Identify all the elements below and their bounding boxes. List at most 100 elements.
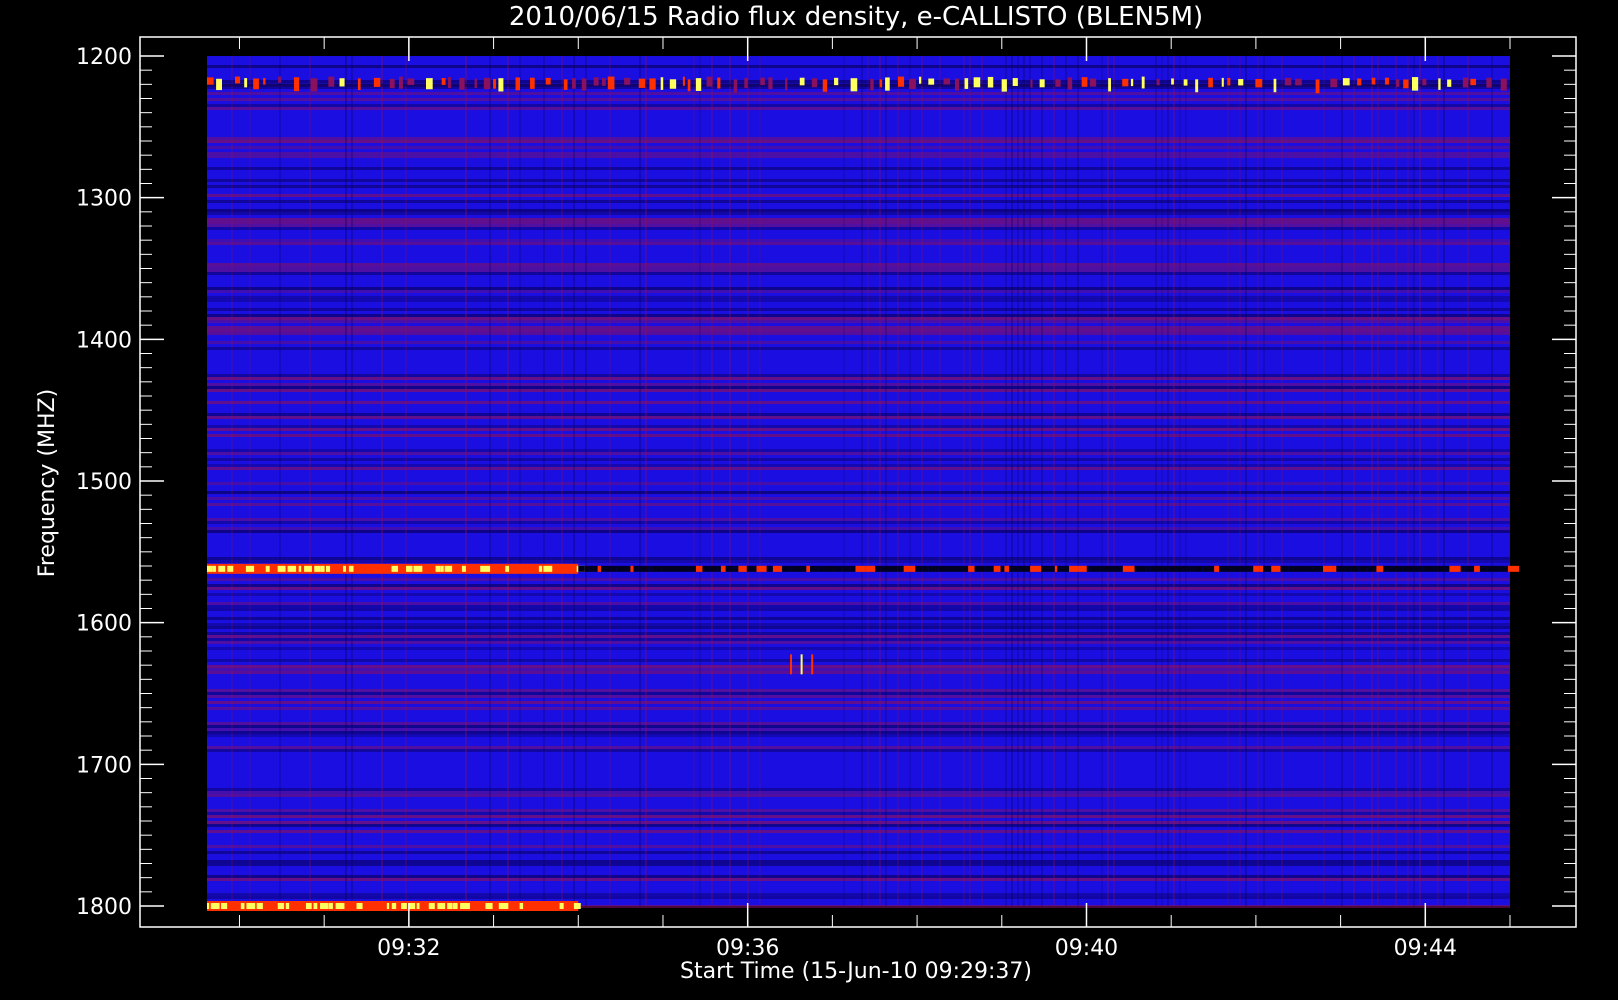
feature-segment	[922, 565, 929, 572]
texture-streak	[981, 56, 983, 906]
texture-streak	[711, 56, 713, 906]
feature-segment	[1000, 565, 1005, 572]
texture-strip	[207, 821, 1510, 824]
texture-streak	[1257, 56, 1259, 906]
texture-strip	[207, 641, 1510, 644]
feature-segment	[993, 565, 1001, 572]
feature-segment	[897, 565, 900, 572]
texture-streak	[1017, 56, 1019, 906]
texture-strip	[207, 497, 1510, 500]
texture-streak	[1053, 56, 1055, 906]
texture-streak	[729, 56, 731, 906]
texture-streak	[309, 56, 311, 906]
texture-streak	[1023, 56, 1025, 906]
feature-segment	[954, 78, 960, 91]
feature-segment	[968, 565, 975, 572]
feature-segment	[593, 77, 599, 86]
texture-strip	[207, 602, 1510, 605]
feature-segment	[472, 903, 477, 909]
texture-strip	[207, 92, 1510, 95]
feature-segment	[365, 903, 368, 909]
feature-segment	[426, 78, 433, 90]
feature-segment	[1280, 565, 1289, 572]
feature-segment	[444, 565, 453, 572]
feature-segment	[505, 565, 510, 572]
feature-segment	[1366, 565, 1374, 572]
texture-strip	[207, 878, 1510, 881]
feature-segment	[1351, 565, 1359, 572]
texture-strip	[207, 200, 1510, 203]
texture-strip	[207, 212, 1510, 215]
texture-strip	[207, 221, 1510, 224]
texture-streak	[861, 56, 863, 906]
feature-segment	[1004, 565, 1010, 572]
feature-segment	[897, 76, 905, 87]
feature-segment	[556, 903, 560, 909]
feature-segment	[1255, 78, 1263, 88]
texture-strip	[207, 146, 1510, 149]
feature-segment	[277, 565, 286, 572]
texture-streak	[465, 56, 467, 906]
feature-segment	[1244, 565, 1254, 572]
feature-segment	[706, 76, 713, 87]
feature-segment	[447, 903, 453, 909]
texture-streak	[1029, 56, 1031, 906]
feature-segment	[601, 565, 611, 572]
feature-segment	[948, 565, 958, 572]
texture-streak	[1437, 56, 1439, 906]
feature-segment	[1009, 565, 1015, 572]
texture-streak	[693, 56, 695, 906]
feature-segment	[382, 565, 391, 572]
texture-streak	[1263, 56, 1265, 906]
texture-strip	[207, 374, 1510, 377]
x-tick-label: 09:32	[377, 936, 440, 961]
texture-strip	[207, 185, 1510, 188]
feature-segment	[1048, 565, 1055, 572]
feature-segment	[593, 565, 598, 572]
feature-segment	[1122, 78, 1129, 87]
texture-strip	[207, 155, 1510, 158]
feature-segment	[272, 903, 276, 909]
feature-segment	[553, 565, 563, 572]
feature-segment	[1208, 77, 1213, 88]
texture-strip	[207, 587, 1510, 590]
texture-streak	[231, 56, 233, 906]
feature-segment	[1376, 565, 1384, 572]
feature-segment	[1392, 565, 1403, 572]
texture-strip	[207, 98, 1510, 101]
texture-strip	[207, 140, 1510, 143]
y-tick-label: 1500	[76, 470, 132, 495]
texture-streak	[1101, 56, 1103, 906]
texture-strip	[207, 332, 1510, 335]
feature-segment	[1342, 78, 1350, 86]
texture-streak	[1371, 56, 1373, 906]
texture-streak	[405, 56, 407, 906]
feature-segment	[1089, 78, 1097, 87]
texture-streak	[1173, 56, 1175, 906]
texture-strip	[207, 722, 1510, 725]
feature-segment	[524, 903, 534, 909]
texture-streak	[1005, 56, 1007, 906]
feature-segment	[1240, 565, 1245, 572]
feature-segment	[1227, 77, 1231, 86]
texture-strip	[207, 317, 1510, 320]
feature-segment	[790, 565, 796, 572]
feature-segment	[320, 565, 325, 572]
feature-segment	[296, 903, 304, 909]
texture-strip	[207, 560, 1510, 563]
feature-segment	[298, 565, 302, 572]
feature-segment	[416, 903, 420, 909]
feature-segment	[244, 78, 248, 88]
feature-segment	[964, 78, 969, 89]
feature-segment	[265, 565, 270, 572]
feature-segment	[1422, 565, 1426, 572]
texture-strip	[207, 863, 1510, 866]
texture-streak	[1107, 56, 1109, 906]
feature-segment	[806, 565, 811, 572]
feature-segment	[543, 903, 548, 909]
feature-segment	[515, 77, 520, 91]
feature-segment	[811, 78, 818, 88]
texture-strip	[207, 209, 1510, 212]
feature-segment	[1438, 78, 1441, 90]
texture-strip	[207, 875, 1510, 878]
